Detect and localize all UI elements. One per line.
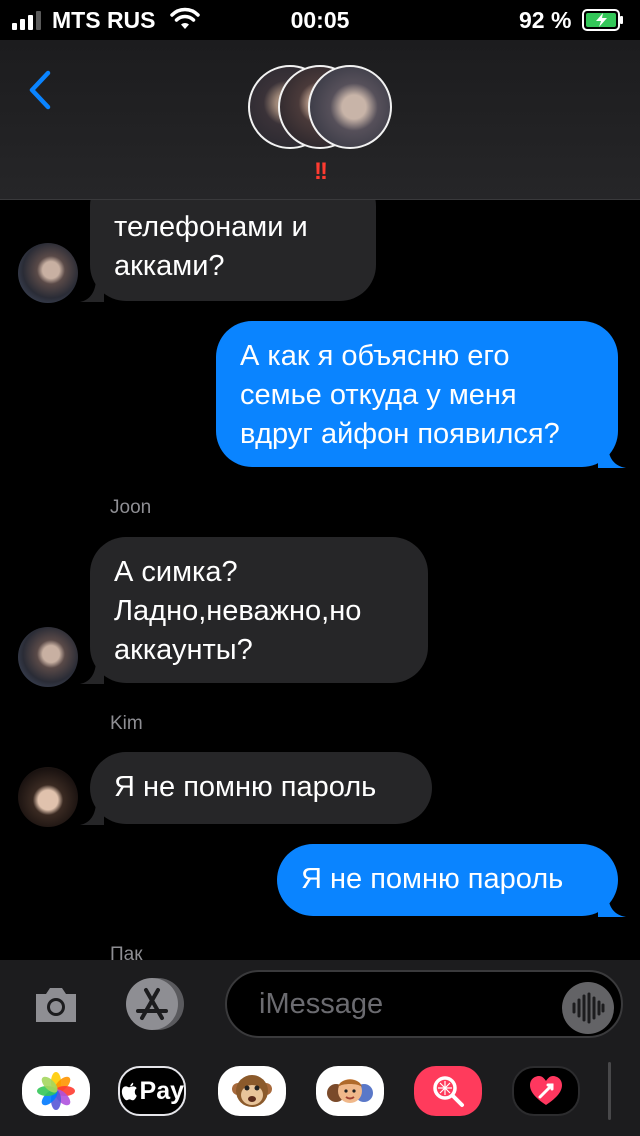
group-avatar-3 <box>308 65 392 149</box>
image-search-icon[interactable] <box>414 1066 482 1116</box>
battery-percent: 92 % <box>519 7 572 33</box>
message-bubble[interactable]: А как я объясню его семье откуда у меня … <box>216 321 618 467</box>
camera-icon[interactable] <box>30 978 82 1030</box>
photos-icon[interactable] <box>22 1066 90 1116</box>
animoji-monkey-icon[interactable] <box>218 1066 286 1116</box>
apple-logo-icon <box>121 1082 137 1101</box>
avatar[interactable] <box>18 243 78 303</box>
message-line: А симка? <box>114 556 238 588</box>
apple-pay-label: Pay <box>139 1076 184 1105</box>
bubble-tail <box>80 660 104 684</box>
apple-pay-icon[interactable]: Pay <box>118 1066 186 1116</box>
app-store-icon <box>136 988 168 1020</box>
digital-touch-icon[interactable] <box>512 1066 580 1116</box>
group-avatars[interactable] <box>248 65 393 149</box>
sender-name: Kim <box>110 713 143 734</box>
drawer-divider <box>608 1062 611 1120</box>
message-bubble[interactable]: А симка? Ладно,неважно,но аккаунты? <box>90 537 428 683</box>
alert-mark: !! <box>314 158 328 185</box>
message-line: семье откуда у меня <box>240 379 517 411</box>
message-line: аккаунты? <box>114 634 253 666</box>
memoji-icon[interactable] <box>316 1066 384 1116</box>
message-line: телефонами и <box>114 211 308 243</box>
message-input-placeholder: iMessage <box>259 988 384 1020</box>
battery-charging-icon <box>582 9 623 31</box>
app-store-button[interactable] <box>126 978 186 1030</box>
status-bar: MTS RUS 00:05 92 % <box>0 0 640 40</box>
message-line: Я не помню пароль <box>301 863 564 895</box>
message-bubble[interactable]: Я не помню пароль <box>277 844 618 916</box>
bubble-tail <box>80 278 104 302</box>
sender-name: Joon <box>110 497 152 518</box>
message-bubble[interactable]: Я не помню пароль <box>90 752 432 824</box>
bubble-tail <box>598 444 626 468</box>
message-line: Ладно,неважно,но <box>114 595 362 627</box>
back-chevron-icon[interactable] <box>26 70 56 110</box>
message-line: А как я объясню его <box>240 340 510 372</box>
message-line: акками? <box>114 250 225 282</box>
bubble-tail <box>598 893 626 917</box>
bubble-tail <box>80 801 104 825</box>
audio-message-icon[interactable] <box>562 982 614 1034</box>
message-line: Я не помню пароль <box>114 771 377 803</box>
message-line: вдруг айфон появился? <box>240 418 560 450</box>
avatar[interactable] <box>18 627 78 687</box>
avatar[interactable] <box>18 767 78 827</box>
